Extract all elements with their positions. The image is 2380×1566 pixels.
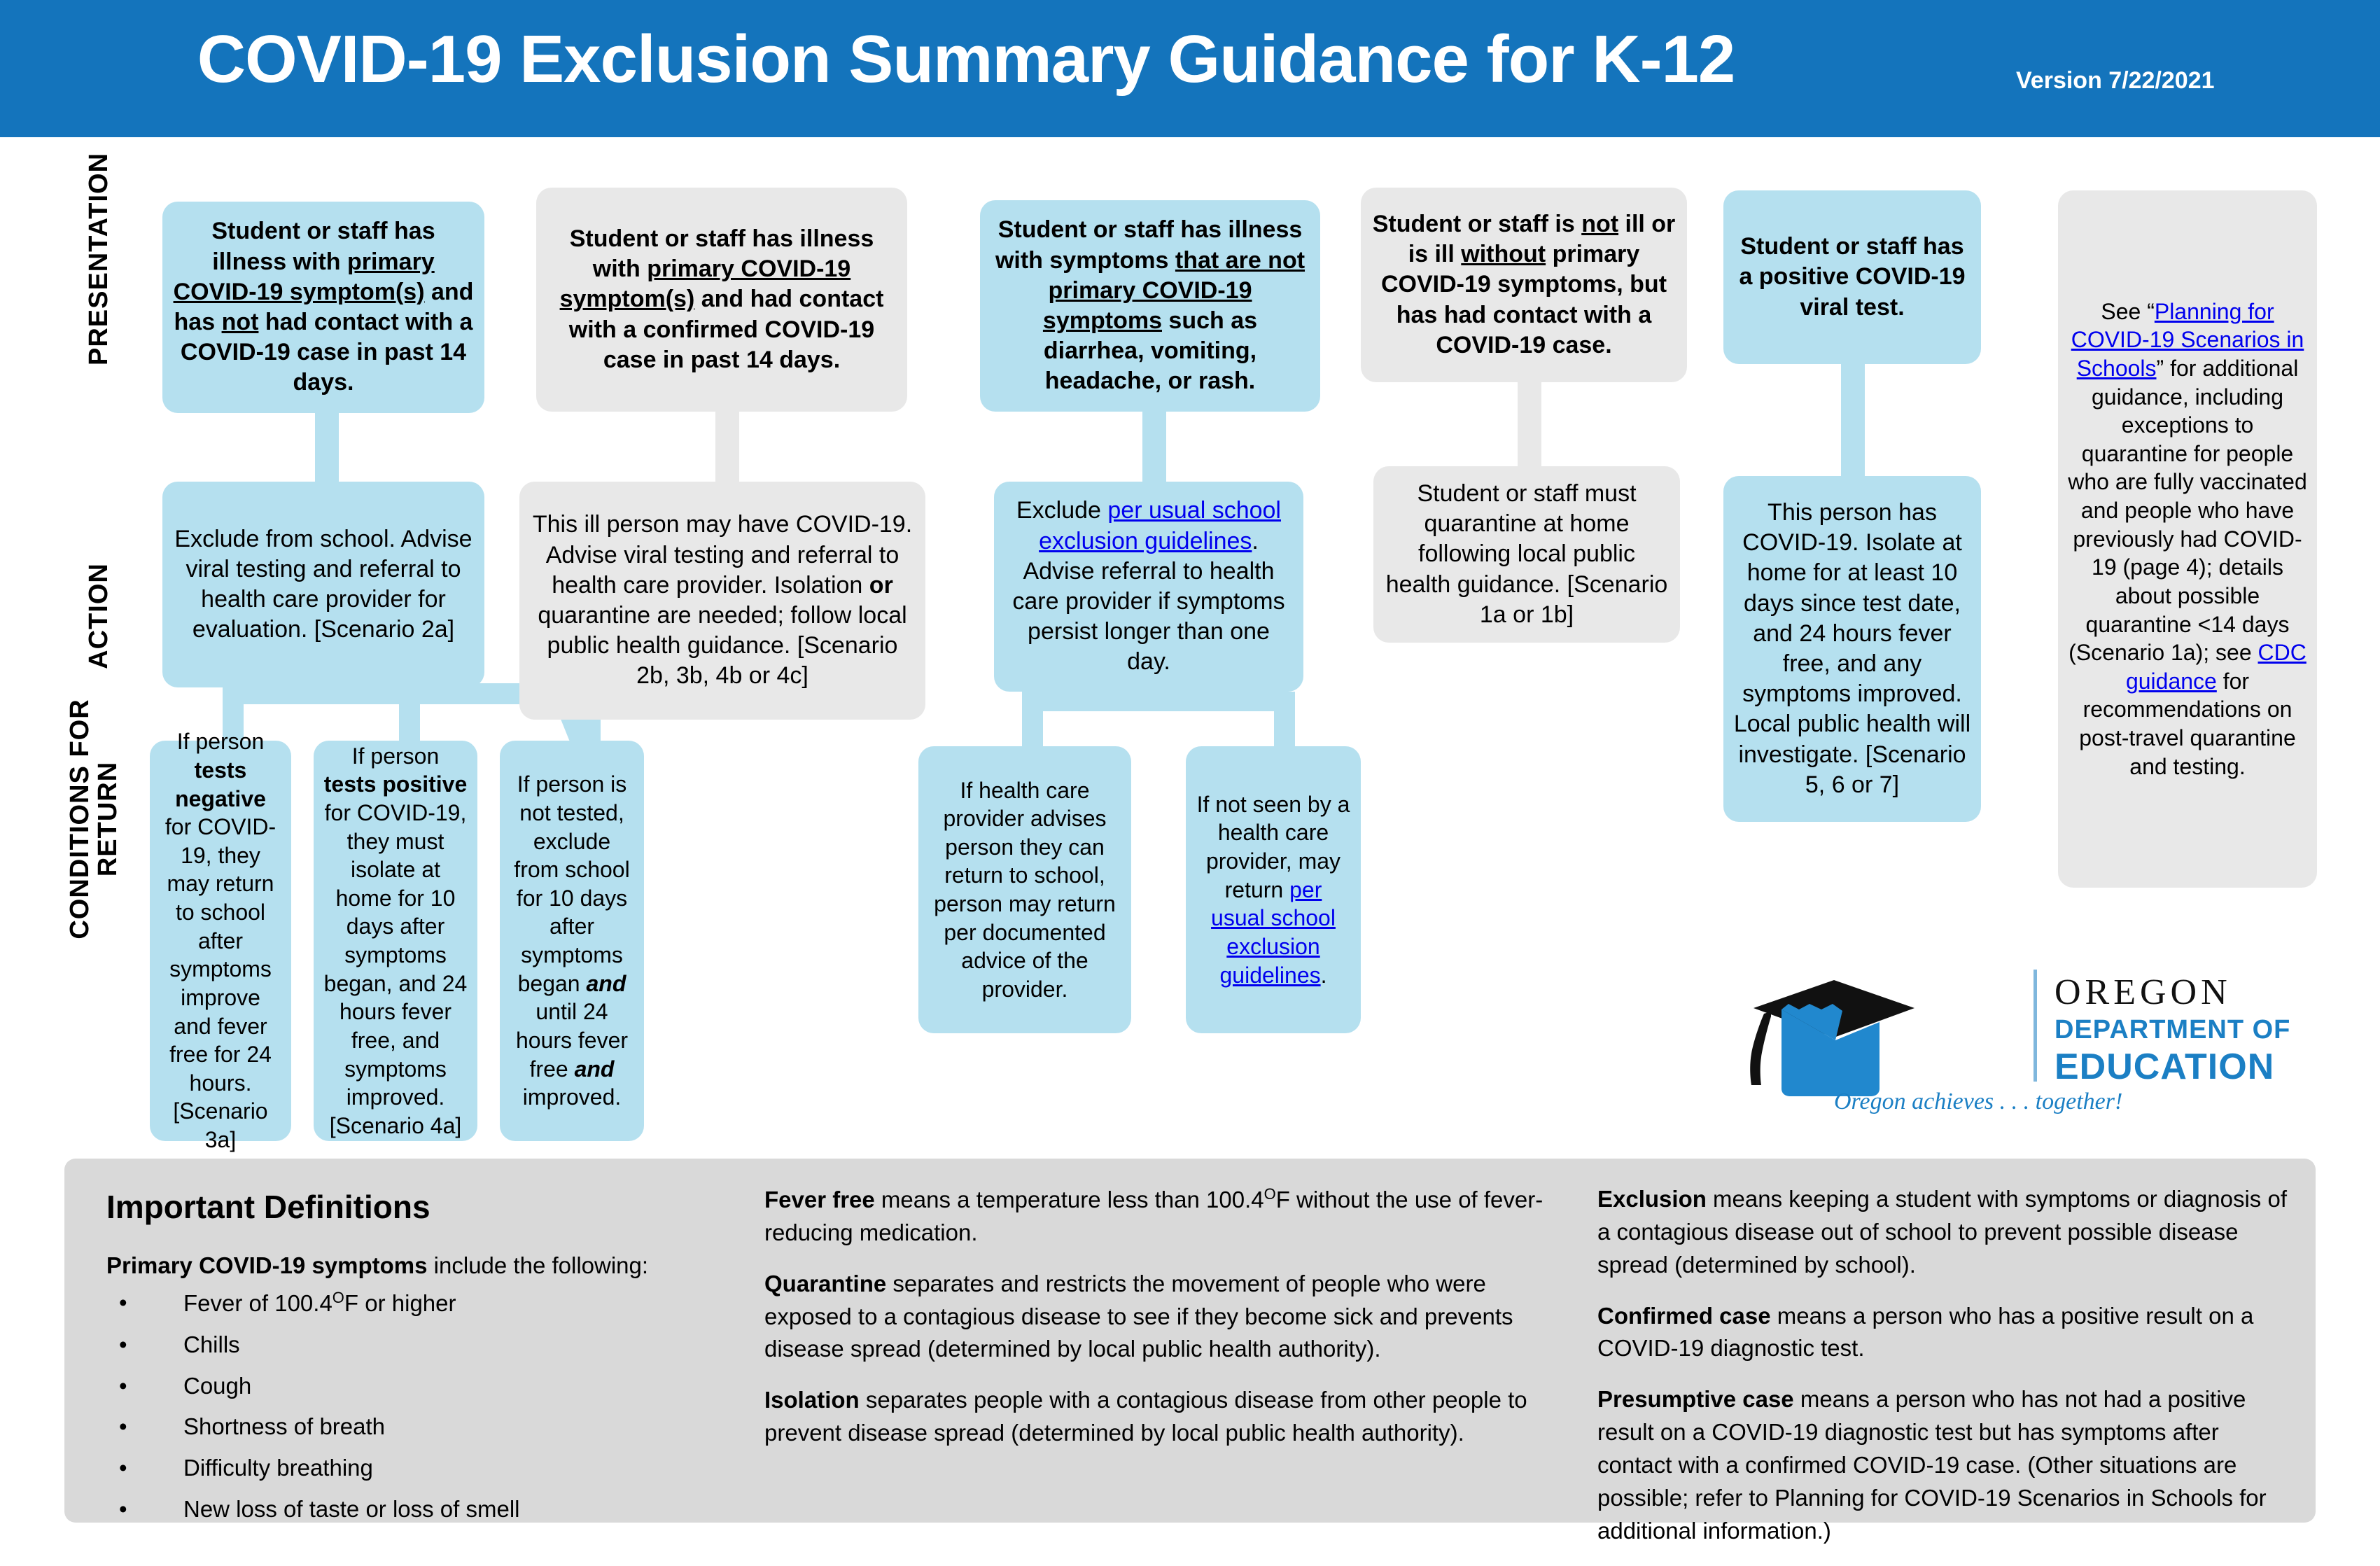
symptom-text: Difficulty breathing: [183, 1455, 373, 1481]
action-box-col5: This person has COVID-19. Isolate at hom…: [1723, 476, 1981, 822]
bullet-icon: •: [119, 1455, 127, 1481]
presentation-text-col4: Student or staff is not ill or is ill wi…: [1372, 211, 1676, 358]
connector-col3-ret2: [1274, 692, 1295, 748]
connector-col3-ret1: [1022, 692, 1043, 748]
action-text-col1: Exclude from school. Advise viral testin…: [174, 525, 472, 643]
action-text-col3: Exclude per usual school exclusion guide…: [1012, 497, 1285, 676]
logo-education-label: EDUCATION: [2054, 1047, 2275, 1087]
action-box-col4: Student or staff must quarantine at home…: [1373, 466, 1680, 643]
connector-col3-action-bus: [1022, 692, 1295, 711]
definitions-panel: Important Definitions Primary COVID-19 s…: [64, 1159, 2316, 1544]
presentation-text-col2: Student or staff has illness with primar…: [559, 225, 884, 373]
primary-symptoms-lead: Primary COVID-19 symptoms include the fo…: [106, 1252, 649, 1278]
connector-col1-pres-action: [315, 412, 339, 482]
presentation-box-col2: Student or staff has illness with primar…: [536, 188, 907, 412]
version-label: Version 7/22/2021: [2016, 67, 2215, 94]
definitions-column-3: Exclusion means keeping a student with s…: [1597, 1183, 2297, 1566]
action-box-col3: Exclude per usual school exclusion guide…: [994, 482, 1303, 692]
return-text-col1-b: If person tests positive for COVID-19, t…: [323, 743, 468, 1138]
symptom-text: New loss of taste or loss of smell: [183, 1496, 520, 1523]
symptom-text: Cough: [183, 1372, 252, 1399]
row-label-presentation: PRESENTATION: [84, 152, 113, 366]
definitions-title: Important Definitions: [106, 1189, 430, 1225]
action-text-col5: This person has COVID-19. Isolate at hom…: [1733, 499, 1971, 798]
row-label-conditions: CONDITIONS FOR RETURN: [65, 699, 122, 939]
symptom-text: Shortness of breath: [183, 1413, 386, 1440]
list-item: • Fever of 100.4OF or higher: [106, 1287, 673, 1320]
definition-confirmed-case: Confirmed case means a person who has a …: [1597, 1302, 2254, 1362]
presentation-text-col5: Student or staff has a positive COVID-19…: [1739, 233, 1966, 321]
connector-col2-pres-action: [715, 412, 739, 482]
return-text-col1-a: If person tests negative for COVID-19, t…: [164, 729, 276, 1153]
action-box-col2: This ill person may have COVID-19. Advis…: [519, 482, 925, 720]
logo-divider: [2033, 970, 2037, 1082]
inline-link[interactable]: per usual school exclusion guidelines: [1211, 877, 1336, 988]
inline-link[interactable]: Planning for COVID-19 Scenarios in Schoo…: [2071, 299, 2304, 381]
bullet-icon: •: [119, 1372, 127, 1399]
bullet-icon: •: [119, 1496, 127, 1523]
presentation-box-col5: Student or staff has a positive COVID-19…: [1723, 190, 1981, 364]
return-box-col1-a: If person tests negative for COVID-19, t…: [150, 729, 291, 1152]
action-text-col4: Student or staff must quarantine at home…: [1385, 480, 1668, 628]
definitions-column-2: Fever free means a temperature less than…: [764, 1183, 1555, 1468]
definition-quarantine: Quarantine separates and restricts the m…: [764, 1270, 1513, 1362]
presentation-text-col1: Student or staff has illness with primar…: [173, 218, 474, 396]
return-box-col3-a: If health care provider advises person t…: [918, 746, 1131, 1033]
symptom-text: Fever of 100.4OF or higher: [183, 1288, 456, 1316]
connector-col3-pres-action: [1142, 412, 1166, 482]
return-box-col1-b: If person tests positive for COVID-19, t…: [314, 741, 477, 1141]
connector-col5-pres-action: [1841, 364, 1865, 476]
bullet-icon: •: [119, 1331, 127, 1357]
inline-link[interactable]: CDC guidance: [2126, 640, 2306, 694]
action-text-col2: This ill person may have COVID-19. Advis…: [532, 511, 913, 690]
page-title: COVID-19 Exclusion Summary Guidance for …: [197, 22, 1736, 97]
return-box-col3-b: If not seen by a health care provider, m…: [1186, 746, 1361, 1033]
list-item: • New loss of taste or loss of smell: [106, 1493, 673, 1526]
bullet-icon: •: [119, 1289, 127, 1315]
list-item: • Shortness of breath: [106, 1411, 673, 1443]
inline-link[interactable]: per usual school exclusion guidelines: [1039, 497, 1281, 554]
return-box-col1-c: If person is not tested, exclude from sc…: [500, 741, 644, 1141]
action-box-col1: Exclude from school. Advise viral testin…: [162, 482, 484, 687]
logo-tagline: Oregon achieves . . . together!: [1834, 1089, 2123, 1114]
definition-fever-free: Fever free means a temperature less than…: [764, 1185, 1544, 1245]
page-header: COVID-19 Exclusion Summary Guidance for …: [0, 0, 2380, 137]
connector-col1-ret2: [399, 683, 420, 743]
definitions-column-1: Primary COVID-19 symptoms include the fo…: [106, 1250, 673, 1534]
presentation-box-col1: Student or staff has illness with primar…: [162, 202, 484, 413]
symptom-text: Chills: [183, 1331, 240, 1357]
definition-exclusion: Exclusion means keeping a student with s…: [1597, 1186, 2287, 1278]
connector-col4-pres-action: [1518, 382, 1541, 466]
sidebar-note-text: See “Planning for COVID-19 Scenarios in …: [2068, 298, 2307, 779]
presentation-text-col3: Student or staff has illness with sympto…: [995, 216, 1306, 395]
logo-org-label: OREGON: [2054, 972, 2232, 1012]
return-text-col1-c: If person is not tested, exclude from sc…: [514, 771, 630, 1110]
return-text-col3-b: If not seen by a health care provider, m…: [1196, 791, 1350, 988]
sidebar-note-box: See “Planning for COVID-19 Scenarios in …: [2058, 190, 2317, 888]
bullet-icon: •: [119, 1413, 127, 1440]
logo-department-label: DEPARTMENT OF: [2054, 1015, 2291, 1044]
list-item: • Chills: [106, 1329, 673, 1362]
definition-isolation: Isolation separates people with a contag…: [764, 1387, 1527, 1446]
list-item: • Cough: [106, 1370, 673, 1403]
presentation-box-col3: Student or staff has illness with sympto…: [980, 200, 1320, 412]
presentation-box-col4: Student or staff is not ill or is ill wi…: [1361, 188, 1687, 382]
definition-presumptive-case: Presumptive case means a person who has …: [1597, 1386, 2267, 1544]
return-text-col3-a: If health care provider advises person t…: [934, 777, 1116, 1002]
primary-symptoms-list: • Fever of 100.4OF or higher • Chills • Cou…: [106, 1287, 673, 1526]
list-item: • Difficulty breathing: [106, 1452, 673, 1485]
